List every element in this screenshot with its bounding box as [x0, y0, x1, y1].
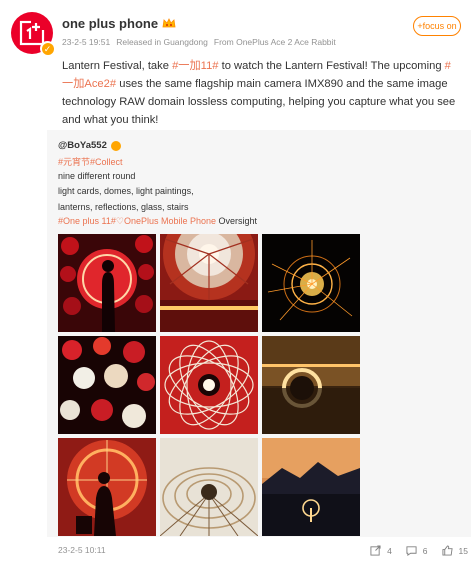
- repost-actions: 4 6 15: [370, 545, 468, 556]
- hashtag-link[interactable]: #元宵节#Collect: [58, 157, 123, 167]
- repost-text-line: lanterns, reflections, glass, stairs: [58, 202, 189, 212]
- repost-count: 4: [387, 545, 392, 556]
- photo-thumbnail[interactable]: [58, 234, 156, 332]
- post-text-part: Lantern Festival, take: [62, 60, 173, 72]
- post-location: Released in Guangdong: [116, 37, 208, 47]
- heart-link-icon: ♡: [115, 216, 124, 226]
- post-source: From OnePlus Ace 2 Ace Rabbit: [213, 37, 336, 47]
- repost-author-name[interactable]: @BoYa552: [58, 140, 107, 151]
- verified-icon: [110, 140, 121, 151]
- post-text: Lantern Festival, take #一加11# to watch t…: [62, 57, 462, 129]
- photo-thumbnail[interactable]: [160, 438, 258, 536]
- repost-text-part: Oversight: [216, 216, 258, 226]
- repost-footer: 23-2-5 10:11 4 6 15: [58, 545, 468, 559]
- repost-author[interactable]: @BoYa552: [58, 140, 121, 151]
- repost-time[interactable]: 23-2-5 10:11: [58, 545, 106, 555]
- comment-button[interactable]: 6: [406, 545, 428, 556]
- weibo-post: ✓ one plus phone 23-2-5 19:51 Released i…: [0, 0, 474, 567]
- photo-thumbnail[interactable]: [58, 438, 156, 536]
- verified-icon: ✓: [40, 41, 55, 56]
- repost-icon: [370, 545, 381, 556]
- photo-grid: [58, 234, 361, 537]
- repost-button[interactable]: 4: [370, 545, 392, 556]
- repost-text-line: #One plus 11#♡OnePlus Mobile Phone Overs…: [58, 216, 257, 227]
- repost-card: @BoYa552 #元宵节#Collect nine different rou…: [47, 130, 471, 556]
- photo-thumbnail[interactable]: [58, 336, 156, 434]
- repost-text-line: nine different round: [58, 171, 136, 181]
- photo-thumbnail[interactable]: [262, 336, 360, 434]
- photo-thumbnail[interactable]: [262, 234, 360, 332]
- photo-thumbnail[interactable]: [262, 438, 360, 536]
- crown-icon: [162, 18, 176, 28]
- repost-tags: #元宵节#Collect: [58, 155, 123, 168]
- follow-button[interactable]: +focus on: [413, 16, 461, 36]
- comment-icon: [406, 546, 417, 556]
- oneplus-logo-icon: [19, 20, 45, 46]
- like-icon: [441, 545, 453, 556]
- user-name[interactable]: one plus phone: [62, 16, 176, 31]
- photo-thumbnail[interactable]: [160, 234, 258, 332]
- user-name-text[interactable]: one plus phone: [62, 16, 158, 31]
- comment-count: 6: [422, 545, 428, 556]
- like-button[interactable]: 15: [441, 545, 468, 556]
- post-text-part: to watch the Lantern Festival! The upcom…: [218, 60, 445, 72]
- hashtag-link[interactable]: #One plus 11#: [58, 216, 116, 226]
- hashtag-link[interactable]: #一加11#: [172, 60, 218, 72]
- repost-text-line: light cards, domes, light paintings,: [58, 186, 194, 196]
- like-count: 15: [458, 545, 468, 556]
- topic-link[interactable]: OnePlus Mobile Phone: [124, 216, 216, 226]
- photo-thumbnail[interactable]: [160, 336, 258, 434]
- post-text-part: uses the same flagship main camera IMX89…: [62, 78, 456, 126]
- post-meta: 23-2-5 19:51 Released in Guangdong From …: [62, 37, 336, 47]
- post-time[interactable]: 23-2-5 19:51: [62, 37, 110, 47]
